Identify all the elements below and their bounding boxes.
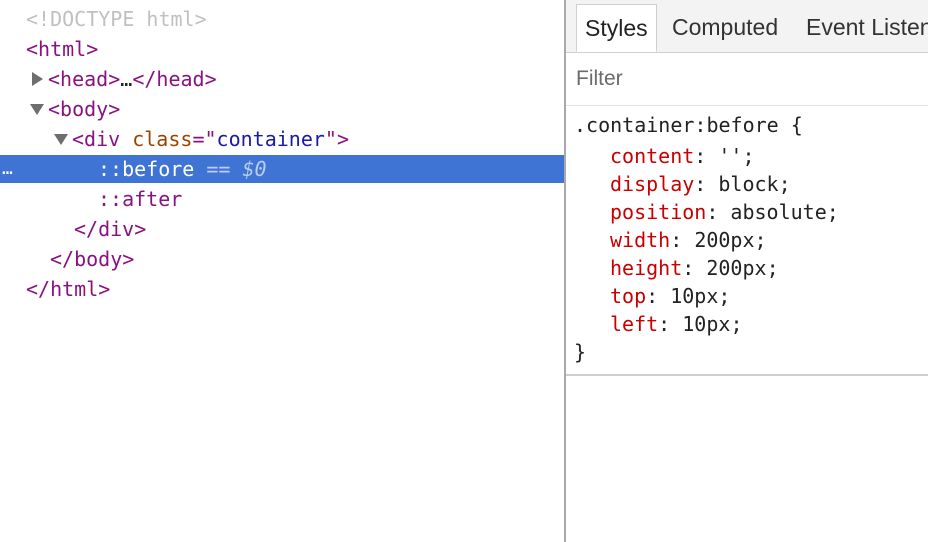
css-rule-block: .container:before { content: ''; display…	[566, 108, 928, 376]
tree-node-head[interactable]: <head>…</head>	[0, 64, 564, 94]
declaration-content[interactable]: content: '';	[610, 142, 755, 170]
rule-selector-line: .container:before {	[574, 113, 803, 137]
div-close-tag: </div>	[74, 217, 147, 241]
rule-selector[interactable]: .container:before	[574, 113, 779, 137]
tab-styles[interactable]: Styles	[576, 4, 657, 52]
html-close-tag: </html>	[26, 277, 111, 301]
more-options-icon[interactable]: …	[2, 155, 13, 183]
tab-event-listeners[interactable]: Event Listeners	[798, 4, 928, 50]
filter-bar	[566, 53, 928, 106]
body-open-tag: <body>	[48, 97, 121, 121]
declaration-position[interactable]: position: absolute;	[610, 198, 839, 226]
after-pseudo-text: ::after	[98, 187, 183, 211]
tree-node-after[interactable]: ::after	[0, 184, 564, 214]
tree-node-doctype[interactable]: <!DOCTYPE html>	[0, 4, 564, 34]
tree-node-div-container[interactable]: <div class="container">	[0, 124, 564, 154]
before-pseudo-text: ::before == $0	[98, 157, 267, 181]
doctype-text: <!DOCTYPE html>	[26, 7, 207, 31]
collapse-triangle-icon[interactable]	[54, 134, 68, 145]
declaration-width[interactable]: width: 200px;	[610, 226, 767, 254]
html-open-tag: <html>	[26, 37, 99, 61]
tree-node-before-selected[interactable]: … ::before == $0	[0, 155, 564, 183]
head-node-text: <head>…</head>	[48, 67, 217, 91]
styles-sidebar: Styles Computed Event Listeners .contain…	[566, 0, 928, 542]
tree-node-body[interactable]: <body>	[0, 94, 564, 124]
declaration-display[interactable]: display: block;	[610, 170, 791, 198]
declaration-top[interactable]: top: 10px;	[610, 282, 730, 310]
tree-node-div-close[interactable]: </div>	[0, 214, 564, 244]
div-open-tag: <div class="container">	[72, 127, 349, 151]
sidebar-tab-bar: Styles Computed Event Listeners	[566, 0, 928, 53]
tree-node-body-close[interactable]: </body>	[0, 244, 564, 274]
elements-panel: <!DOCTYPE html> <html> <head>…</head> <b…	[0, 0, 564, 542]
rule-close-brace: }	[574, 340, 587, 364]
declaration-left[interactable]: left: 10px;	[610, 310, 742, 338]
declaration-height[interactable]: height: 200px;	[610, 254, 779, 282]
tree-node-html-close[interactable]: </html>	[0, 274, 564, 304]
body-close-tag: </body>	[50, 247, 135, 271]
filter-input[interactable]	[576, 63, 916, 95]
tree-node-html[interactable]: <html>	[0, 34, 564, 64]
tab-computed[interactable]: Computed	[664, 4, 786, 50]
expand-triangle-icon[interactable]	[32, 72, 43, 86]
collapse-triangle-icon[interactable]	[30, 104, 44, 115]
